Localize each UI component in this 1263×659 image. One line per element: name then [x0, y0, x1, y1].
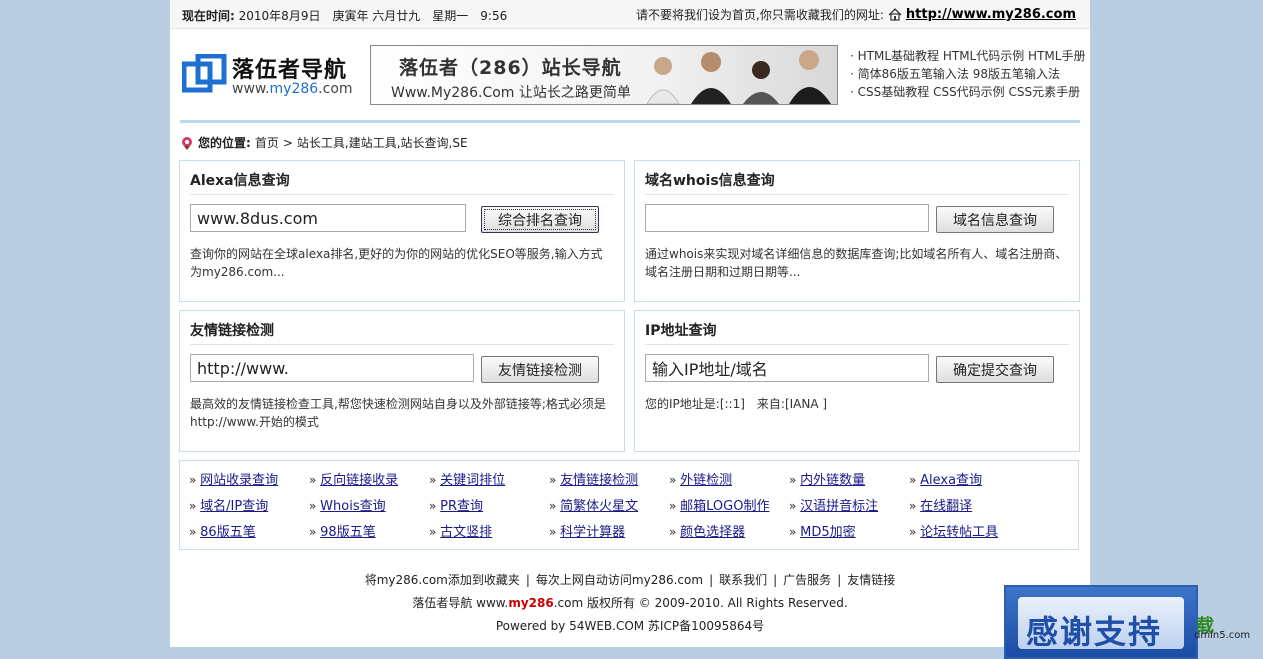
- tool-link[interactable]: 古文竖排: [440, 525, 492, 540]
- ip-input[interactable]: [645, 354, 929, 382]
- friendlink-input[interactable]: [190, 354, 474, 382]
- tool-link[interactable]: 域名/IP查询: [200, 499, 268, 514]
- tools-row: 86版五笔 98版五笔 古文竖排 科学计算器 颜色选择器 MD5加密 论坛转帖工…: [180, 521, 1078, 541]
- footer-link-contact[interactable]: 联系我们: [719, 573, 767, 587]
- friendlink-description: 最高效的友情链接检查工具,帮您快速检测网站自身以及外部链接等;格式必须是http…: [190, 397, 606, 429]
- tool-link[interactable]: Alexa查询: [920, 473, 982, 488]
- tool-link[interactable]: 简繁体火星文: [560, 499, 638, 514]
- banner-title: 落伍者（286）站长导航: [399, 57, 622, 79]
- time-label: 现在时间:: [182, 9, 235, 23]
- tool-link[interactable]: PR查询: [440, 499, 483, 514]
- alexa-title: Alexa信息查询: [190, 173, 290, 189]
- footer-link-ads[interactable]: 广告服务: [783, 573, 831, 587]
- tool-link[interactable]: MD5加密: [800, 525, 856, 540]
- tool-link[interactable]: 颜色选择器: [680, 525, 745, 540]
- thanks-support-badge[interactable]: 感谢支持: [1004, 585, 1198, 659]
- breadcrumb: 您的位置: 首页 > 站长工具,建站工具,站长查询,SE: [180, 134, 468, 151]
- tool-link[interactable]: 在线翻译: [920, 499, 972, 514]
- header-link-wubi[interactable]: 简体86版五笔输入法 98版五笔输入法: [850, 65, 1085, 83]
- page-container: 现在时间: 2010年8月9日 庚寅年 六月廿九 星期一 9:56 请不要将我们…: [170, 0, 1090, 647]
- whois-query-button[interactable]: 域名信息查询: [936, 206, 1054, 233]
- panel-divider: [190, 344, 614, 345]
- alexa-panel: Alexa信息查询 综合排名查询 查询你的网站在全球alexa排名,更好的为你的…: [179, 160, 625, 302]
- friendlink-panel: 友情链接检测 友情链接检测 最高效的友情链接检查工具,帮您快速检测网站自身以及外…: [179, 310, 625, 452]
- top-bar: 现在时间: 2010年8月9日 庚寅年 六月廿九 星期一 9:56 请不要将我们…: [170, 0, 1090, 29]
- panel-divider: [190, 194, 614, 195]
- footer-link-homepage[interactable]: 每次上网自动访问my286.com: [536, 573, 703, 587]
- header-divider: [180, 120, 1080, 123]
- ip-description: 您的IP地址是:[::1] 来自:[IANA ]: [645, 397, 828, 411]
- whois-panel: 域名whois信息查询 域名信息查询 通过whois来实现对域名详细信息的数据库…: [634, 160, 1080, 302]
- alexa-rank-button[interactable]: 综合排名查询: [481, 206, 599, 233]
- whois-description: 通过whois来实现对域名详细信息的数据库查询;比如域名所有人、域名注册商、域名…: [645, 247, 1068, 279]
- bookmark-notice: 请不要将我们设为首页,你只需收藏我们的网址: http://www.my286.…: [636, 6, 1076, 23]
- tool-link[interactable]: 反向链接收录: [320, 473, 398, 488]
- time-value: 2010年8月9日 庚寅年 六月廿九 星期一 9:56: [238, 9, 508, 23]
- tool-link[interactable]: 网站收录查询: [200, 473, 278, 488]
- footer-powered: Powered by 54WEB.COM 苏ICP备10095864号: [495, 619, 765, 633]
- panel-divider: [645, 194, 1069, 195]
- tool-link[interactable]: 论坛转帖工具: [920, 525, 998, 540]
- home-icon: [888, 8, 902, 21]
- tool-link[interactable]: Whois查询: [320, 499, 385, 514]
- panel-divider: [645, 344, 1069, 345]
- tool-link[interactable]: 科学计算器: [560, 525, 625, 540]
- tools-row: 域名/IP查询 Whois查询 PR查询 简繁体火星文 邮箱LOGO制作 汉语拼…: [180, 495, 1078, 515]
- thanks-text: 感谢支持: [1026, 613, 1163, 651]
- business-people-image: [646, 50, 831, 104]
- tool-link[interactable]: 内外链数量: [800, 473, 865, 488]
- header-banner[interactable]: 落伍者（286）站长导航 Www.My286.Com 让站长之路更简单: [370, 45, 838, 105]
- site-url-link[interactable]: http://www.my286.com: [906, 7, 1076, 22]
- whois-title: 域名whois信息查询: [645, 173, 775, 189]
- ip-panel: IP地址查询 确定提交查询 您的IP地址是:[::1] 来自:[IANA ]: [634, 310, 1080, 452]
- location-pin-icon: [182, 136, 192, 150]
- alexa-input[interactable]: [190, 204, 466, 232]
- breadcrumb-label: 您的位置:: [198, 136, 251, 150]
- site-logo[interactable]: 落伍者导航 www.my286.com: [182, 50, 362, 100]
- tools-row: 网站收录查询 反向链接收录 关键词排位 友情链接检测 外链检测 内外链数量 Al…: [180, 469, 1078, 489]
- logo-mark-icon: [182, 54, 227, 93]
- tool-link[interactable]: 外链检测: [680, 473, 732, 488]
- tools-link-grid: 网站收录查询 反向链接收录 关键词排位 友情链接检测 外链检测 内外链数量 Al…: [179, 460, 1079, 550]
- breadcrumb-home[interactable]: 首页: [255, 134, 279, 151]
- header-links: HTML基础教程 HTML代码示例 HTML手册 简体86版五笔输入法 98版五…: [850, 47, 1086, 101]
- tool-link[interactable]: 关键词排位: [440, 473, 505, 488]
- current-time: 现在时间: 2010年8月9日 庚寅年 六月廿九 星期一 9:56: [182, 7, 507, 24]
- ip-submit-button[interactable]: 确定提交查询: [936, 356, 1054, 383]
- tool-link[interactable]: 汉语拼音标注: [800, 499, 878, 514]
- friendlink-title: 友情链接检测: [190, 323, 274, 339]
- friendlink-check-button[interactable]: 友情链接检测: [481, 356, 599, 383]
- footer-link-friends[interactable]: 友情链接: [847, 573, 895, 587]
- notice-text: 请不要将我们设为首页,你只需收藏我们的网址:: [636, 8, 884, 22]
- tool-link[interactable]: 98版五笔: [320, 525, 376, 540]
- tool-link[interactable]: 友情链接检测: [560, 473, 638, 488]
- whois-input[interactable]: [645, 204, 929, 232]
- ip-title: IP地址查询: [645, 323, 717, 339]
- logo-title: 落伍者导航: [232, 58, 348, 83]
- tool-link[interactable]: 邮箱LOGO制作: [680, 499, 769, 514]
- footer-copyright: 落伍者导航 www.my286.com 版权所有 © 2009-2010. Al…: [412, 596, 848, 610]
- footer-link-bookmark[interactable]: 将my286.com添加到收藏夹: [365, 573, 520, 587]
- logo-url: www.my286.com: [232, 81, 353, 97]
- chevron-right-icon: >: [282, 135, 293, 150]
- header-link-css[interactable]: CSS基础教程 CSS代码示例 CSS元素手册: [850, 83, 1085, 101]
- banner-subtitle: Www.My286.Com 让站长之路更简单: [391, 85, 631, 101]
- alexa-description: 查询你的网站在全球alexa排名,更好的为你的网站的优化SEO等服务,输入方式为…: [190, 247, 603, 279]
- thanks-badge-inner: 感谢支持: [1018, 597, 1184, 651]
- side-url-text: dmin5.com: [1194, 630, 1251, 641]
- header-link-html[interactable]: HTML基础教程 HTML代码示例 HTML手册: [850, 47, 1086, 65]
- footer-links: 将my286.com添加到收藏夹 | 每次上网自动访问my286.com | 联系我们 |…: [364, 573, 896, 587]
- breadcrumb-path: 站长工具,建站工具,站长查询,SE: [296, 136, 468, 150]
- tool-link[interactable]: 86版五笔: [200, 525, 256, 540]
